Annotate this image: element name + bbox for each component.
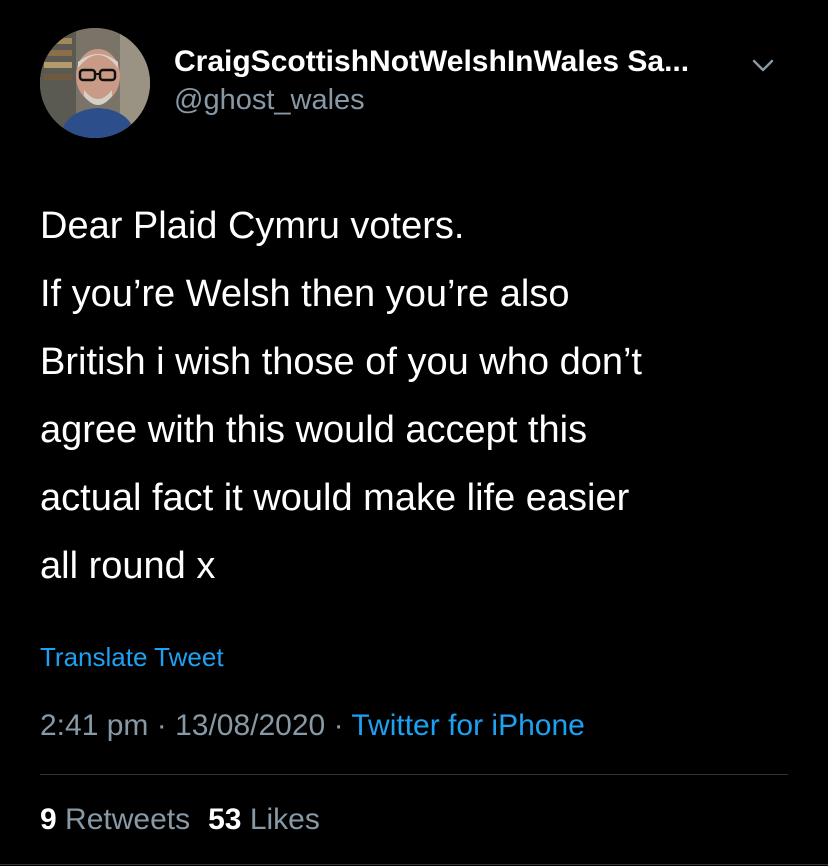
tweet-detail: CraigScottishNotWelshInWales Sa... @ghos… — [0, 0, 828, 866]
likes-stat[interactable]: 53 Likes — [208, 803, 320, 836]
profile-photo-icon — [40, 28, 150, 138]
tweet-header: CraigScottishNotWelshInWales Sa... @ghos… — [40, 28, 800, 138]
tweet-text-line: If you’re Welsh then you’re also — [40, 273, 570, 315]
tweet-metadata: 2:41 pm · 13/08/2020 · Twitter for iPhon… — [40, 706, 585, 746]
retweets-count: 9 — [40, 803, 57, 836]
translate-tweet-link[interactable]: Translate Tweet — [40, 640, 224, 674]
tweet-text-line: British i wish those of you who don’t — [40, 341, 642, 383]
avatar[interactable] — [40, 28, 150, 138]
display-name[interactable]: CraigScottishNotWelshInWales Sa... — [174, 44, 734, 80]
meta-separator: · — [333, 709, 344, 742]
chevron-down-icon[interactable] — [748, 56, 778, 76]
tweet-stats: 9 Retweets 53 Likes — [40, 800, 320, 840]
tweet-date[interactable]: 13/08/2020 — [175, 709, 325, 742]
likes-label: Likes — [249, 803, 320, 836]
tweet-time[interactable]: 2:41 pm — [40, 709, 148, 742]
retweets-label: Retweets — [65, 803, 191, 836]
tweet-source-link[interactable]: Twitter for iPhone — [351, 709, 584, 742]
divider — [0, 864, 828, 865]
divider — [40, 774, 788, 775]
tweet-text-line: Dear Plaid Cymru voters. — [40, 205, 465, 247]
user-handle[interactable]: @ghost_wales — [174, 82, 734, 118]
tweet-text-line: all round x — [40, 545, 216, 587]
tweet-text: Dear Plaid Cymru voters. If you’re Welsh… — [40, 192, 800, 600]
meta-separator: · — [156, 709, 167, 742]
tweet-text-line: actual fact it would make life easier — [40, 477, 630, 519]
author-names[interactable]: CraigScottishNotWelshInWales Sa... @ghos… — [174, 44, 734, 118]
likes-count: 53 — [208, 803, 242, 836]
tweet-text-line: agree with this would accept this — [40, 409, 588, 451]
retweets-stat[interactable]: 9 Retweets — [40, 803, 190, 836]
